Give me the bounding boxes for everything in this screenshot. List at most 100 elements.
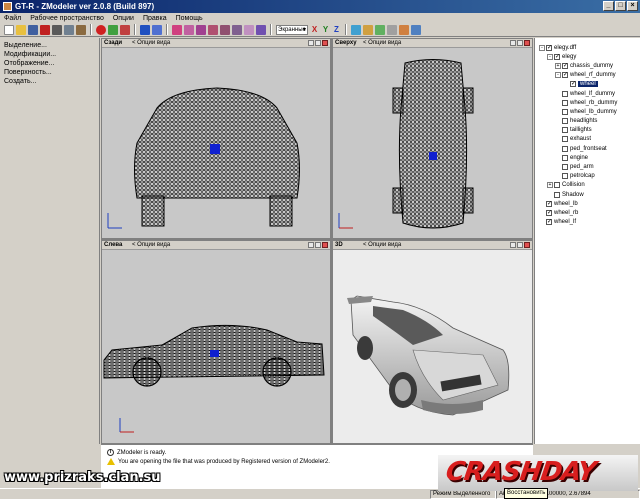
copy-icon[interactable]: [64, 24, 74, 35]
tree-node[interactable]: exhaust: [535, 135, 640, 144]
visibility-checkbox[interactable]: ✓: [570, 81, 576, 88]
viewport-move-icon[interactable]: [308, 242, 314, 248]
viewport-3d[interactable]: 3D < Опции вида: [332, 240, 533, 444]
visibility-checkbox[interactable]: ✓: [562, 72, 568, 79]
vertex-icon[interactable]: [208, 24, 218, 35]
new-file-icon[interactable]: [4, 24, 14, 35]
tree-node[interactable]: ✓ wheel_lf: [535, 218, 640, 227]
viewport-move-icon[interactable]: [510, 242, 516, 248]
face-icon[interactable]: [232, 24, 242, 35]
visibility-checkbox[interactable]: [562, 136, 568, 143]
grid-icon[interactable]: [411, 24, 421, 35]
tree-node[interactable]: - ✓ wheel_rf_dummy: [535, 71, 640, 80]
rotate-icon[interactable]: [152, 24, 162, 35]
menu-edit[interactable]: Правка: [143, 15, 167, 22]
lock-icon[interactable]: [399, 24, 409, 35]
visibility-checkbox[interactable]: [562, 90, 568, 97]
visibility-checkbox[interactable]: [562, 127, 568, 134]
viewport-zoom-icon[interactable]: [315, 40, 321, 46]
command-modifiers[interactable]: Модификации...: [4, 51, 95, 58]
close-button[interactable]: ×: [627, 1, 638, 11]
visibility-checkbox[interactable]: [554, 191, 560, 198]
tree-node[interactable]: wheel_lf_dummy: [535, 89, 640, 98]
open-folder-icon[interactable]: [16, 24, 26, 35]
command-surface[interactable]: Поверхность...: [4, 69, 95, 76]
maximize-button[interactable]: □: [615, 1, 626, 11]
visibility-checkbox[interactable]: [562, 145, 568, 152]
viewport-zoom-icon[interactable]: [315, 242, 321, 248]
menu-options[interactable]: Опции: [113, 15, 134, 22]
tree-node[interactable]: taillights: [535, 126, 640, 135]
axis-x-toggle[interactable]: X: [310, 25, 319, 34]
tree-node[interactable]: - ✓ elegy.dff: [535, 43, 640, 52]
viewport-maximize-icon[interactable]: [524, 40, 530, 46]
delete-icon[interactable]: [40, 24, 50, 35]
expand-icon[interactable]: +: [547, 182, 553, 189]
undo-icon[interactable]: [108, 24, 118, 35]
lasso-icon[interactable]: [196, 24, 206, 35]
menu-file[interactable]: Файл: [4, 15, 21, 22]
tree-node[interactable]: + ✓ chassis_dummy: [535, 61, 640, 70]
save-icon[interactable]: [28, 24, 38, 35]
viewport-canvas[interactable]: [102, 48, 330, 238]
tree-node[interactable]: wheel_rb_dummy: [535, 98, 640, 107]
group-icon[interactable]: [256, 24, 266, 35]
object-icon[interactable]: [244, 24, 254, 35]
zoom-icon[interactable]: [351, 24, 361, 35]
pan-icon[interactable]: [363, 24, 373, 35]
visibility-checkbox[interactable]: [562, 173, 568, 180]
cut-icon[interactable]: [52, 24, 62, 35]
paste-icon[interactable]: [76, 24, 86, 35]
tree-node[interactable]: ped_frontseat: [535, 144, 640, 153]
command-create[interactable]: Создать...: [4, 78, 95, 85]
visibility-checkbox[interactable]: ✓: [546, 200, 552, 207]
redo-icon[interactable]: [120, 24, 130, 35]
view-options-button[interactable]: < Опции вида: [132, 242, 302, 248]
tree-node[interactable]: - ✓ elegy: [535, 52, 640, 61]
visibility-checkbox[interactable]: [562, 118, 568, 125]
viewport-canvas[interactable]: [102, 250, 330, 443]
expand-icon[interactable]: +: [555, 62, 561, 69]
menu-help[interactable]: Помощь: [176, 15, 203, 22]
visibility-checkbox[interactable]: ✓: [562, 62, 568, 69]
viewport-move-icon[interactable]: [308, 40, 314, 46]
axis-y-toggle[interactable]: Y: [321, 25, 330, 34]
collapse-icon[interactable]: -: [555, 72, 561, 79]
tree-node[interactable]: engine: [535, 153, 640, 162]
tree-node[interactable]: + Collision: [535, 181, 640, 190]
tree-node[interactable]: ✓ wheel_lb: [535, 199, 640, 208]
viewport-zoom-icon[interactable]: [517, 242, 523, 248]
visibility-checkbox[interactable]: ✓: [546, 219, 552, 226]
select-icon[interactable]: [172, 24, 182, 35]
menu-workspace[interactable]: Рабочее пространство: [30, 15, 104, 22]
visibility-checkbox[interactable]: [562, 164, 568, 171]
view-mode-select[interactable]: Экранные: [276, 24, 308, 35]
viewport-maximize-icon[interactable]: [322, 40, 328, 46]
viewport-zoom-icon[interactable]: [517, 40, 523, 46]
viewport-back[interactable]: Сзади < Опции вида: [101, 38, 331, 239]
viewport-left[interactable]: Слева < Опции вида: [101, 240, 331, 444]
visibility-checkbox[interactable]: [554, 182, 560, 189]
edge-icon[interactable]: [220, 24, 230, 35]
tree-node[interactable]: Shadow: [535, 190, 640, 199]
orbit-icon[interactable]: [375, 24, 385, 35]
select-box-icon[interactable]: [184, 24, 194, 35]
record-icon[interactable]: [96, 24, 106, 35]
visibility-checkbox[interactable]: [562, 154, 568, 161]
minimize-button[interactable]: _: [603, 1, 614, 11]
collapse-icon[interactable]: -: [539, 44, 545, 51]
view-options-button[interactable]: < Опции вида: [363, 242, 504, 248]
viewport-move-icon[interactable]: [510, 40, 516, 46]
tree-node[interactable]: ✓ wheel_rb: [535, 208, 640, 217]
visibility-checkbox[interactable]: [562, 108, 568, 115]
tree-node[interactable]: headlights: [535, 117, 640, 126]
command-display[interactable]: Отображение...: [4, 60, 95, 67]
visibility-checkbox[interactable]: ✓: [546, 44, 552, 51]
tree-node[interactable]: ✓ wheel: [535, 80, 640, 89]
collapse-icon[interactable]: -: [547, 53, 553, 60]
viewport-top[interactable]: Сверху < Опции вида: [332, 38, 533, 239]
viewport-maximize-icon[interactable]: [322, 242, 328, 248]
visibility-checkbox[interactable]: ✓: [554, 53, 560, 60]
visibility-checkbox[interactable]: ✓: [546, 209, 552, 216]
axis-z-toggle[interactable]: Z: [332, 25, 341, 34]
